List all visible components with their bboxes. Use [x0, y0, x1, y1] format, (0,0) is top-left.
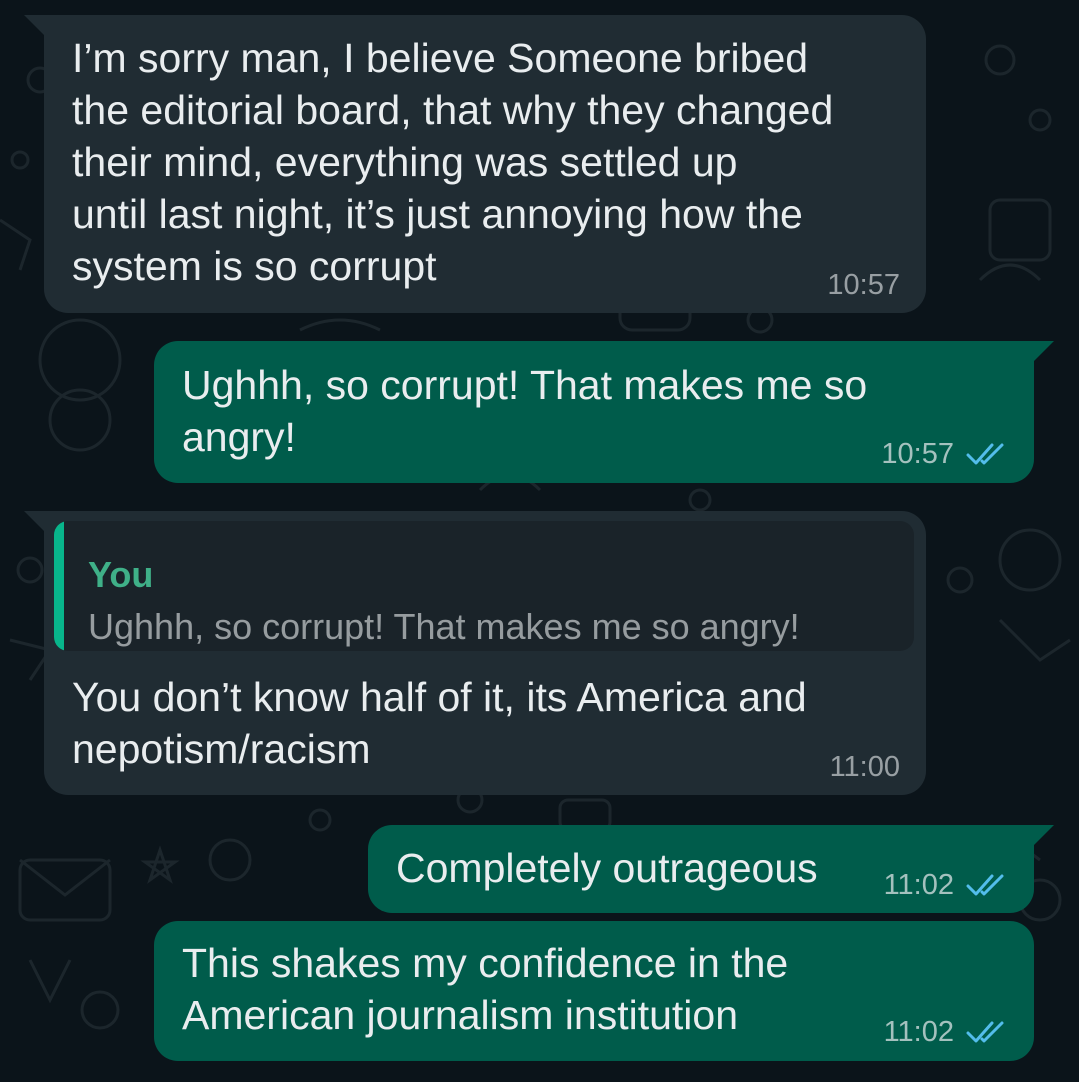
quote-text: Ughhh, so corrupt! That makes me so angr…	[88, 606, 800, 647]
double-check-read-icon	[966, 1021, 1004, 1043]
message-time: 11:02	[883, 869, 954, 901]
quote-accent-bar	[54, 521, 64, 651]
message-meta: 11:02	[884, 869, 1010, 901]
message-meta: 11:00	[830, 751, 900, 783]
message-time: 11:00	[829, 751, 900, 783]
message-text: I’m sorry man, I believe Someone bribed …	[72, 35, 834, 289]
outgoing-message[interactable]: Completely outrageous 11:02	[368, 825, 1034, 913]
message-meta: 11:02	[884, 1016, 1010, 1048]
outgoing-message[interactable]: This shakes my confidence in the America…	[154, 921, 1034, 1061]
quote-author: You	[88, 554, 154, 595]
message-text: Completely outrageous	[396, 845, 818, 891]
message-meta: 10:57	[881, 438, 1010, 470]
double-check-read-icon	[966, 443, 1004, 465]
message-time: 11:02	[883, 1016, 954, 1048]
reply-quote[interactable]: You Ughhh, so corrupt! That makes me so …	[54, 521, 914, 651]
message-meta: 10:57	[827, 269, 900, 301]
message-time: 10:57	[827, 269, 900, 301]
message-text: You don’t know half of it, its America a…	[72, 674, 807, 772]
message-text: Ughhh, so corrupt! That makes me so angr…	[182, 362, 868, 460]
message-time: 10:57	[881, 438, 954, 470]
outgoing-message[interactable]: Ughhh, so corrupt! That makes me so angr…	[154, 341, 1034, 483]
incoming-message[interactable]: You Ughhh, so corrupt! That makes me so …	[44, 511, 926, 795]
double-check-read-icon	[966, 874, 1004, 896]
incoming-message[interactable]: I’m sorry man, I believe Someone bribed …	[44, 15, 926, 313]
message-text: This shakes my confidence in the America…	[182, 940, 789, 1038]
